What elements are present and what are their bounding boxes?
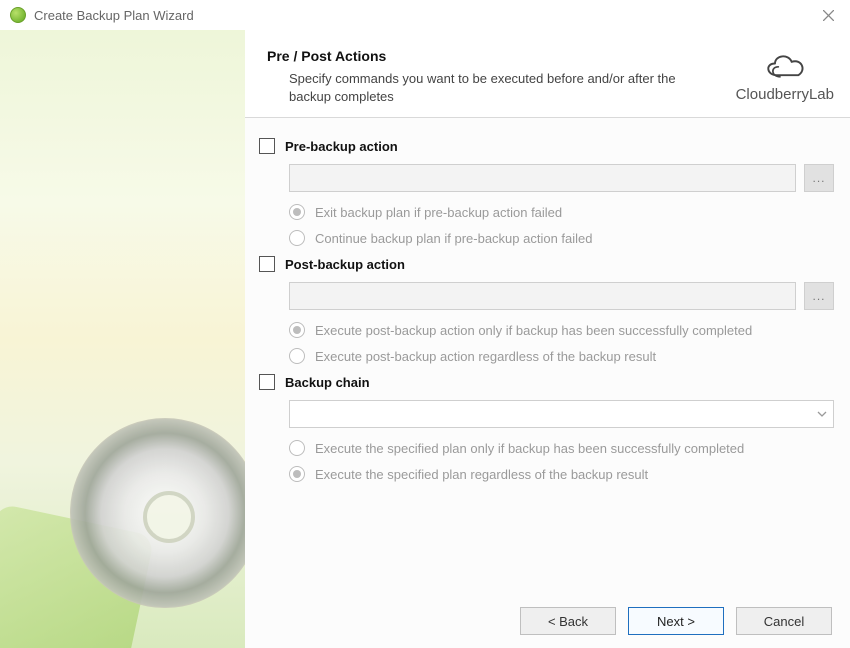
pre-backup-command-input[interactable] <box>289 164 796 192</box>
wizard-footer: < Back Next > Cancel <box>245 594 850 648</box>
close-icon <box>823 10 834 21</box>
next-button[interactable]: Next > <box>628 607 724 635</box>
backup-chain-checkbox[interactable] <box>259 374 275 390</box>
post-success-radio[interactable] <box>289 322 305 338</box>
post-backup-label: Post-backup action <box>285 257 405 272</box>
cancel-button[interactable]: Cancel <box>736 607 832 635</box>
post-success-label: Execute post-backup action only if backu… <box>315 323 752 338</box>
back-button[interactable]: < Back <box>520 607 616 635</box>
chevron-down-icon <box>817 411 827 417</box>
cloud-icon <box>760 48 810 84</box>
post-backup-section: Post-backup action ... Execute post-back… <box>259 256 834 364</box>
page-title: Pre / Post Actions <box>267 48 726 64</box>
brand-block: CloudberryLab <box>736 48 834 103</box>
wizard-window: Create Backup Plan Wizard Pre / Post Act… <box>0 0 850 648</box>
brand-label: CloudberryLab <box>736 86 834 103</box>
pre-backup-checkbox[interactable] <box>259 138 275 154</box>
wizard-sidebar <box>0 30 245 648</box>
chain-success-label: Execute the specified plan only if backu… <box>315 441 744 456</box>
pre-continue-label: Continue backup plan if pre-backup actio… <box>315 231 593 246</box>
wizard-main: Pre / Post Actions Specify commands you … <box>245 30 850 648</box>
pre-backup-section: Pre-backup action ... Exit backup plan i… <box>259 138 834 246</box>
chain-always-radio[interactable] <box>289 466 305 482</box>
chain-success-radio[interactable] <box>289 440 305 456</box>
close-button[interactable] <box>816 3 840 27</box>
post-backup-browse-button[interactable]: ... <box>804 282 834 310</box>
sidebar-decor-disc <box>70 418 245 608</box>
post-backup-command-input[interactable] <box>289 282 796 310</box>
wizard-header: Pre / Post Actions Specify commands you … <box>245 30 850 118</box>
post-always-radio[interactable] <box>289 348 305 364</box>
wizard-content: Pre-backup action ... Exit backup plan i… <box>245 118 850 594</box>
app-icon <box>10 7 26 23</box>
window-title: Create Backup Plan Wizard <box>34 8 816 23</box>
pre-backup-label: Pre-backup action <box>285 139 398 154</box>
backup-chain-section: Backup chain Execute the specified plan … <box>259 374 834 482</box>
pre-exit-radio[interactable] <box>289 204 305 220</box>
post-backup-checkbox[interactable] <box>259 256 275 272</box>
pre-continue-radio[interactable] <box>289 230 305 246</box>
chain-always-label: Execute the specified plan regardless of… <box>315 467 648 482</box>
backup-chain-select[interactable] <box>289 400 834 428</box>
pre-backup-browse-button[interactable]: ... <box>804 164 834 192</box>
backup-chain-label: Backup chain <box>285 375 370 390</box>
pre-exit-label: Exit backup plan if pre-backup action fa… <box>315 205 562 220</box>
post-always-label: Execute post-backup action regardless of… <box>315 349 656 364</box>
titlebar: Create Backup Plan Wizard <box>0 0 850 30</box>
page-subtitle: Specify commands you want to be executed… <box>289 70 709 105</box>
